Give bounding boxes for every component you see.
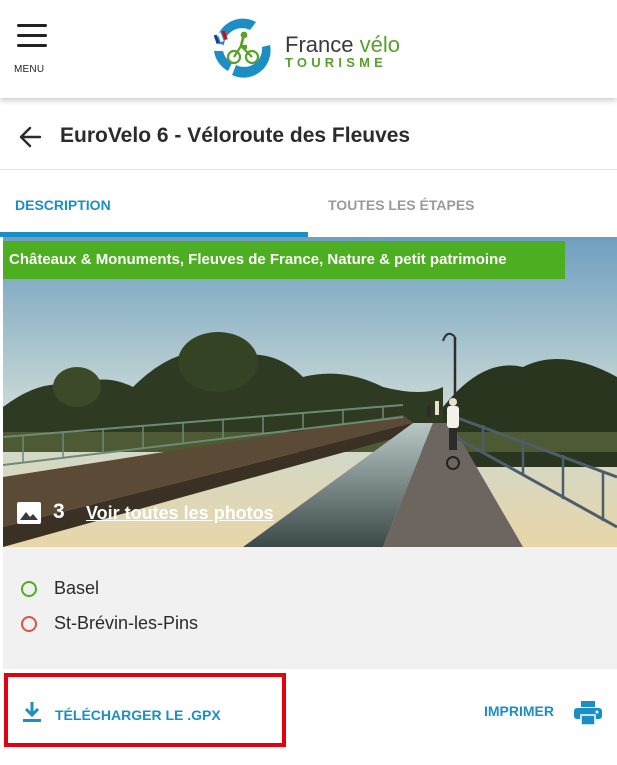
printer-icon [574, 701, 602, 725]
back-button[interactable] [16, 122, 46, 152]
menu-label: MENU [14, 64, 45, 75]
logo-text-velo: vélo [359, 32, 400, 57]
title-bar: EuroVelo 6 - Véloroute des Fleuves [0, 104, 617, 170]
route-endpoints: Basel St-Brévin-les-Pins [3, 547, 617, 669]
menu-icon-bar [17, 44, 47, 47]
page-title: EuroVelo 6 - Véloroute des Fleuves [60, 124, 411, 147]
start-marker-icon [21, 581, 37, 597]
download-gpx-button[interactable]: TÉLÉCHARGER LE .GPX [4, 673, 286, 747]
tab-description-label: DESCRIPTION [15, 197, 111, 213]
end-marker-icon [21, 616, 37, 632]
menu-button[interactable]: MENU [14, 24, 54, 80]
tab-all-stages-label: TOUTES LES ÉTAPES [328, 197, 475, 213]
site-logo[interactable]: France vélo TOURISME [206, 13, 416, 83]
route-end-name: St-Brévin-les-Pins [54, 613, 199, 633]
menu-icon [17, 24, 47, 27]
download-gpx-label: TÉLÉCHARGER LE .GPX [55, 707, 221, 723]
photo-count: 3 [53, 500, 65, 523]
tab-all-stages[interactable]: TOUTES LES ÉTAPES [308, 171, 617, 237]
site-header: MENU France vélo TOURISME [0, 0, 617, 98]
see-all-photos-link[interactable]: Voir toutes les photos [86, 503, 274, 524]
logo-text-tourisme: TOURISME [285, 55, 387, 70]
tab-bar: DESCRIPTION TOUTES LES ÉTAPES [0, 171, 617, 237]
logo-emblem [208, 16, 276, 78]
tab-description[interactable]: DESCRIPTION [0, 171, 308, 237]
download-icon [23, 702, 41, 722]
hero-photo[interactable]: Châteaux & Monuments, Fleuves de France,… [3, 237, 617, 547]
category-tags: Châteaux & Monuments, Fleuves de France,… [3, 241, 565, 279]
back-arrow-icon [19, 126, 42, 148]
print-button[interactable]: IMPRIMER [484, 699, 604, 729]
actions-bar: TÉLÉCHARGER LE .GPX IMPRIMER [0, 669, 617, 765]
menu-icon-bar [17, 34, 47, 37]
print-label: IMPRIMER [484, 703, 554, 719]
route-start-name: Basel [54, 578, 100, 598]
image-icon [17, 502, 41, 524]
canal-bridge-photo [3, 237, 617, 547]
